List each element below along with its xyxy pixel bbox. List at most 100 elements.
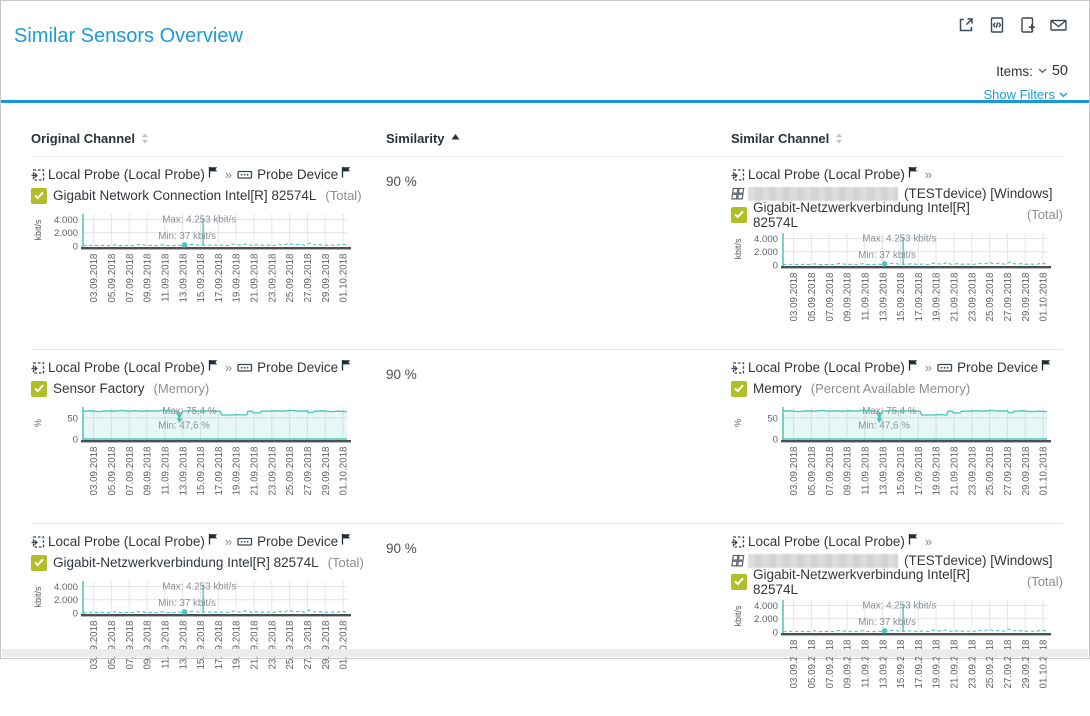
svg-text:kbit/s: kbit/s bbox=[733, 605, 743, 627]
breadcrumb: Local Probe (Local Probe)» bbox=[731, 532, 1063, 551]
svg-text:4.000: 4.000 bbox=[754, 601, 778, 612]
svg-text:25.09.2018: 25.09.2018 bbox=[285, 253, 296, 303]
channel-cell: Local Probe (Local Probe)»(TESTdevice) [… bbox=[731, 532, 1063, 707]
mini-graph[interactable]: %50003.09.201805.09.201807.09.201809.09.… bbox=[31, 401, 351, 514]
horizontal-scrollbar[interactable] bbox=[2, 649, 1088, 657]
svg-text:29.09.2018: 29.09.2018 bbox=[321, 253, 332, 303]
items-per-page-control[interactable]: Items: 50 bbox=[996, 63, 1068, 79]
channel-name: (Memory) bbox=[154, 381, 210, 396]
svg-text:15.09.2018: 15.09.2018 bbox=[196, 446, 207, 496]
svg-text:15.09.2018: 15.09.2018 bbox=[896, 446, 907, 496]
svg-text:11.09.2018: 11.09.2018 bbox=[160, 253, 171, 302]
breadcrumb-separator: » bbox=[220, 360, 237, 375]
sensor-name[interactable]: Gigabit Network Connection Intel[R] 8257… bbox=[53, 188, 316, 203]
channel-cell: Local Probe (Local Probe)»Probe DeviceGi… bbox=[31, 165, 386, 321]
svg-text:Max: 4.253 kbit/s: Max: 4.253 kbit/s bbox=[162, 582, 236, 593]
breadcrumb-link[interactable]: Local Probe (Local Probe) bbox=[748, 167, 905, 182]
breadcrumb-link[interactable]: Local Probe (Local Probe) bbox=[48, 167, 205, 182]
breadcrumb: Local Probe (Local Probe) » Probe Device bbox=[31, 358, 386, 377]
svg-text:23.09.2018: 23.09.2018 bbox=[967, 446, 978, 496]
svg-text:23.09.2018: 23.09.2018 bbox=[967, 272, 978, 322]
sensor-name[interactable]: Sensor Factory bbox=[53, 381, 145, 396]
mini-graph[interactable]: kbit/s4.0002.000003.09.201805.09.201807.… bbox=[31, 575, 351, 688]
flag-icon bbox=[341, 166, 351, 178]
svg-text:Max: 75,4 %: Max: 75,4 % bbox=[162, 406, 217, 417]
svg-text:15.09.2018: 15.09.2018 bbox=[896, 272, 907, 322]
mini-graph[interactable]: kbit/s4.0002.000003.09.201805.09.201807.… bbox=[31, 208, 351, 321]
sensor-line: Gigabit-Netzwerkverbindung Intel[R] 8257… bbox=[731, 204, 1063, 225]
svg-text:11.09.2018: 11.09.2018 bbox=[860, 446, 871, 495]
breadcrumb-link[interactable]: Local Probe (Local Probe) bbox=[48, 534, 205, 549]
svg-text:Min: 37 kbit/s: Min: 37 kbit/s bbox=[858, 617, 916, 628]
svg-text:13.09.2018: 13.09.2018 bbox=[178, 253, 189, 303]
svg-text:17.09.2018: 17.09.2018 bbox=[214, 253, 225, 303]
svg-text:09.09.2018: 09.09.2018 bbox=[843, 272, 854, 322]
channel-cell: Local Probe (Local Probe) » Probe Device Me… bbox=[731, 358, 1063, 514]
svg-text:05.09.2018: 05.09.2018 bbox=[107, 446, 118, 496]
group-icon bbox=[731, 187, 745, 201]
svg-text:11.09.2018: 11.09.2018 bbox=[160, 446, 171, 495]
breadcrumb: Local Probe (Local Probe) » Probe Device bbox=[31, 532, 386, 551]
breadcrumb-link[interactable]: Probe Device bbox=[257, 360, 338, 375]
column-header-similarity[interactable]: Similarity bbox=[386, 131, 731, 156]
table-header: Original Channel Similarity Similar Chan… bbox=[31, 131, 1063, 157]
svg-text:17.09.2018: 17.09.2018 bbox=[914, 639, 925, 689]
svg-text:19.09.2018: 19.09.2018 bbox=[932, 272, 943, 322]
items-label: Items: bbox=[996, 64, 1033, 79]
probe-icon bbox=[731, 361, 745, 375]
svg-text:09.09.2018: 09.09.2018 bbox=[143, 620, 154, 670]
breadcrumb-link[interactable]: Local Probe (Local Probe) bbox=[748, 360, 905, 375]
breadcrumb-link[interactable]: Local Probe (Local Probe) bbox=[748, 534, 905, 549]
similarity-value: 90 % bbox=[386, 532, 731, 556]
channel-name: (Total) bbox=[1027, 574, 1063, 589]
mini-graph[interactable]: %50003.09.201805.09.201807.09.201809.09.… bbox=[731, 401, 1051, 514]
svg-text:15.09.2018: 15.09.2018 bbox=[896, 639, 907, 689]
channel-name: (Percent Available Memory) bbox=[811, 381, 970, 396]
table-rows: Local Probe (Local Probe)»Probe DeviceGi… bbox=[31, 157, 1063, 716]
svg-text:27.09.2018: 27.09.2018 bbox=[1003, 446, 1014, 496]
sensor-name[interactable]: Gigabit-Netzwerkverbindung Intel[R] 8257… bbox=[753, 567, 1018, 597]
table-row: Local Probe (Local Probe)»Probe DeviceGi… bbox=[31, 524, 1063, 716]
svg-text:Max: 4.253 kbit/s: Max: 4.253 kbit/s bbox=[862, 234, 936, 245]
sensor-name[interactable]: Gigabit-Netzwerkverbindung Intel[R] 8257… bbox=[53, 555, 319, 570]
items-count: 50 bbox=[1052, 63, 1068, 79]
flag-icon bbox=[341, 359, 351, 371]
svg-text:25.09.2018: 25.09.2018 bbox=[285, 446, 296, 496]
svg-text:03.09.2018: 03.09.2018 bbox=[89, 253, 100, 303]
svg-text:05.09.2018: 05.09.2018 bbox=[107, 253, 118, 303]
mini-graph[interactable]: kbit/s4.0002.000003.09.201805.09.201807.… bbox=[731, 227, 1051, 340]
column-label: Similarity bbox=[386, 131, 445, 146]
breadcrumb-link[interactable]: Probe Device bbox=[257, 167, 338, 182]
sensor-name[interactable]: Gigabit-Netzwerkverbindung Intel[R] 8257… bbox=[753, 200, 1018, 230]
column-header-similar-channel[interactable]: Similar Channel bbox=[731, 131, 1063, 156]
file-code-icon[interactable] bbox=[987, 15, 1006, 34]
similarity-value: 90 % bbox=[386, 165, 731, 189]
sensor-line: Sensor Factory (Memory) bbox=[31, 378, 386, 399]
column-header-original-channel[interactable]: Original Channel bbox=[31, 131, 386, 156]
svg-text:21.09.2018: 21.09.2018 bbox=[950, 639, 961, 689]
svg-text:25.09.2018: 25.09.2018 bbox=[985, 639, 996, 689]
svg-text:17.09.2018: 17.09.2018 bbox=[214, 620, 225, 670]
external-link-icon[interactable] bbox=[956, 15, 975, 34]
envelope-icon[interactable] bbox=[1049, 15, 1068, 34]
breadcrumb-link[interactable]: Probe Device bbox=[257, 534, 338, 549]
flag-icon bbox=[208, 359, 218, 371]
svg-text:25.09.2018: 25.09.2018 bbox=[985, 446, 996, 496]
svg-text:2.000: 2.000 bbox=[754, 247, 778, 258]
svg-text:07.09.2018: 07.09.2018 bbox=[125, 620, 136, 670]
breadcrumb-link[interactable]: Probe Device bbox=[957, 360, 1038, 375]
file-plus-icon[interactable] bbox=[1018, 15, 1037, 34]
sensor-line: Gigabit-Netzwerkverbindung Intel[R] 8257… bbox=[31, 552, 386, 573]
svg-text:17.09.2018: 17.09.2018 bbox=[214, 446, 225, 496]
svg-text:07.09.2018: 07.09.2018 bbox=[125, 446, 136, 496]
breadcrumb-separator: » bbox=[220, 534, 237, 549]
svg-text:27.09.2018: 27.09.2018 bbox=[303, 446, 314, 496]
toolbar bbox=[956, 15, 1068, 34]
breadcrumb-separator: » bbox=[920, 360, 937, 375]
sort-icon bbox=[141, 133, 149, 144]
svg-text:29.09.2018: 29.09.2018 bbox=[1021, 639, 1032, 689]
svg-text:19.09.2018: 19.09.2018 bbox=[932, 639, 943, 689]
sensor-name[interactable]: Memory bbox=[753, 381, 802, 396]
breadcrumb-link[interactable]: Local Probe (Local Probe) bbox=[48, 360, 205, 375]
svg-text:17.09.2018: 17.09.2018 bbox=[914, 446, 925, 496]
